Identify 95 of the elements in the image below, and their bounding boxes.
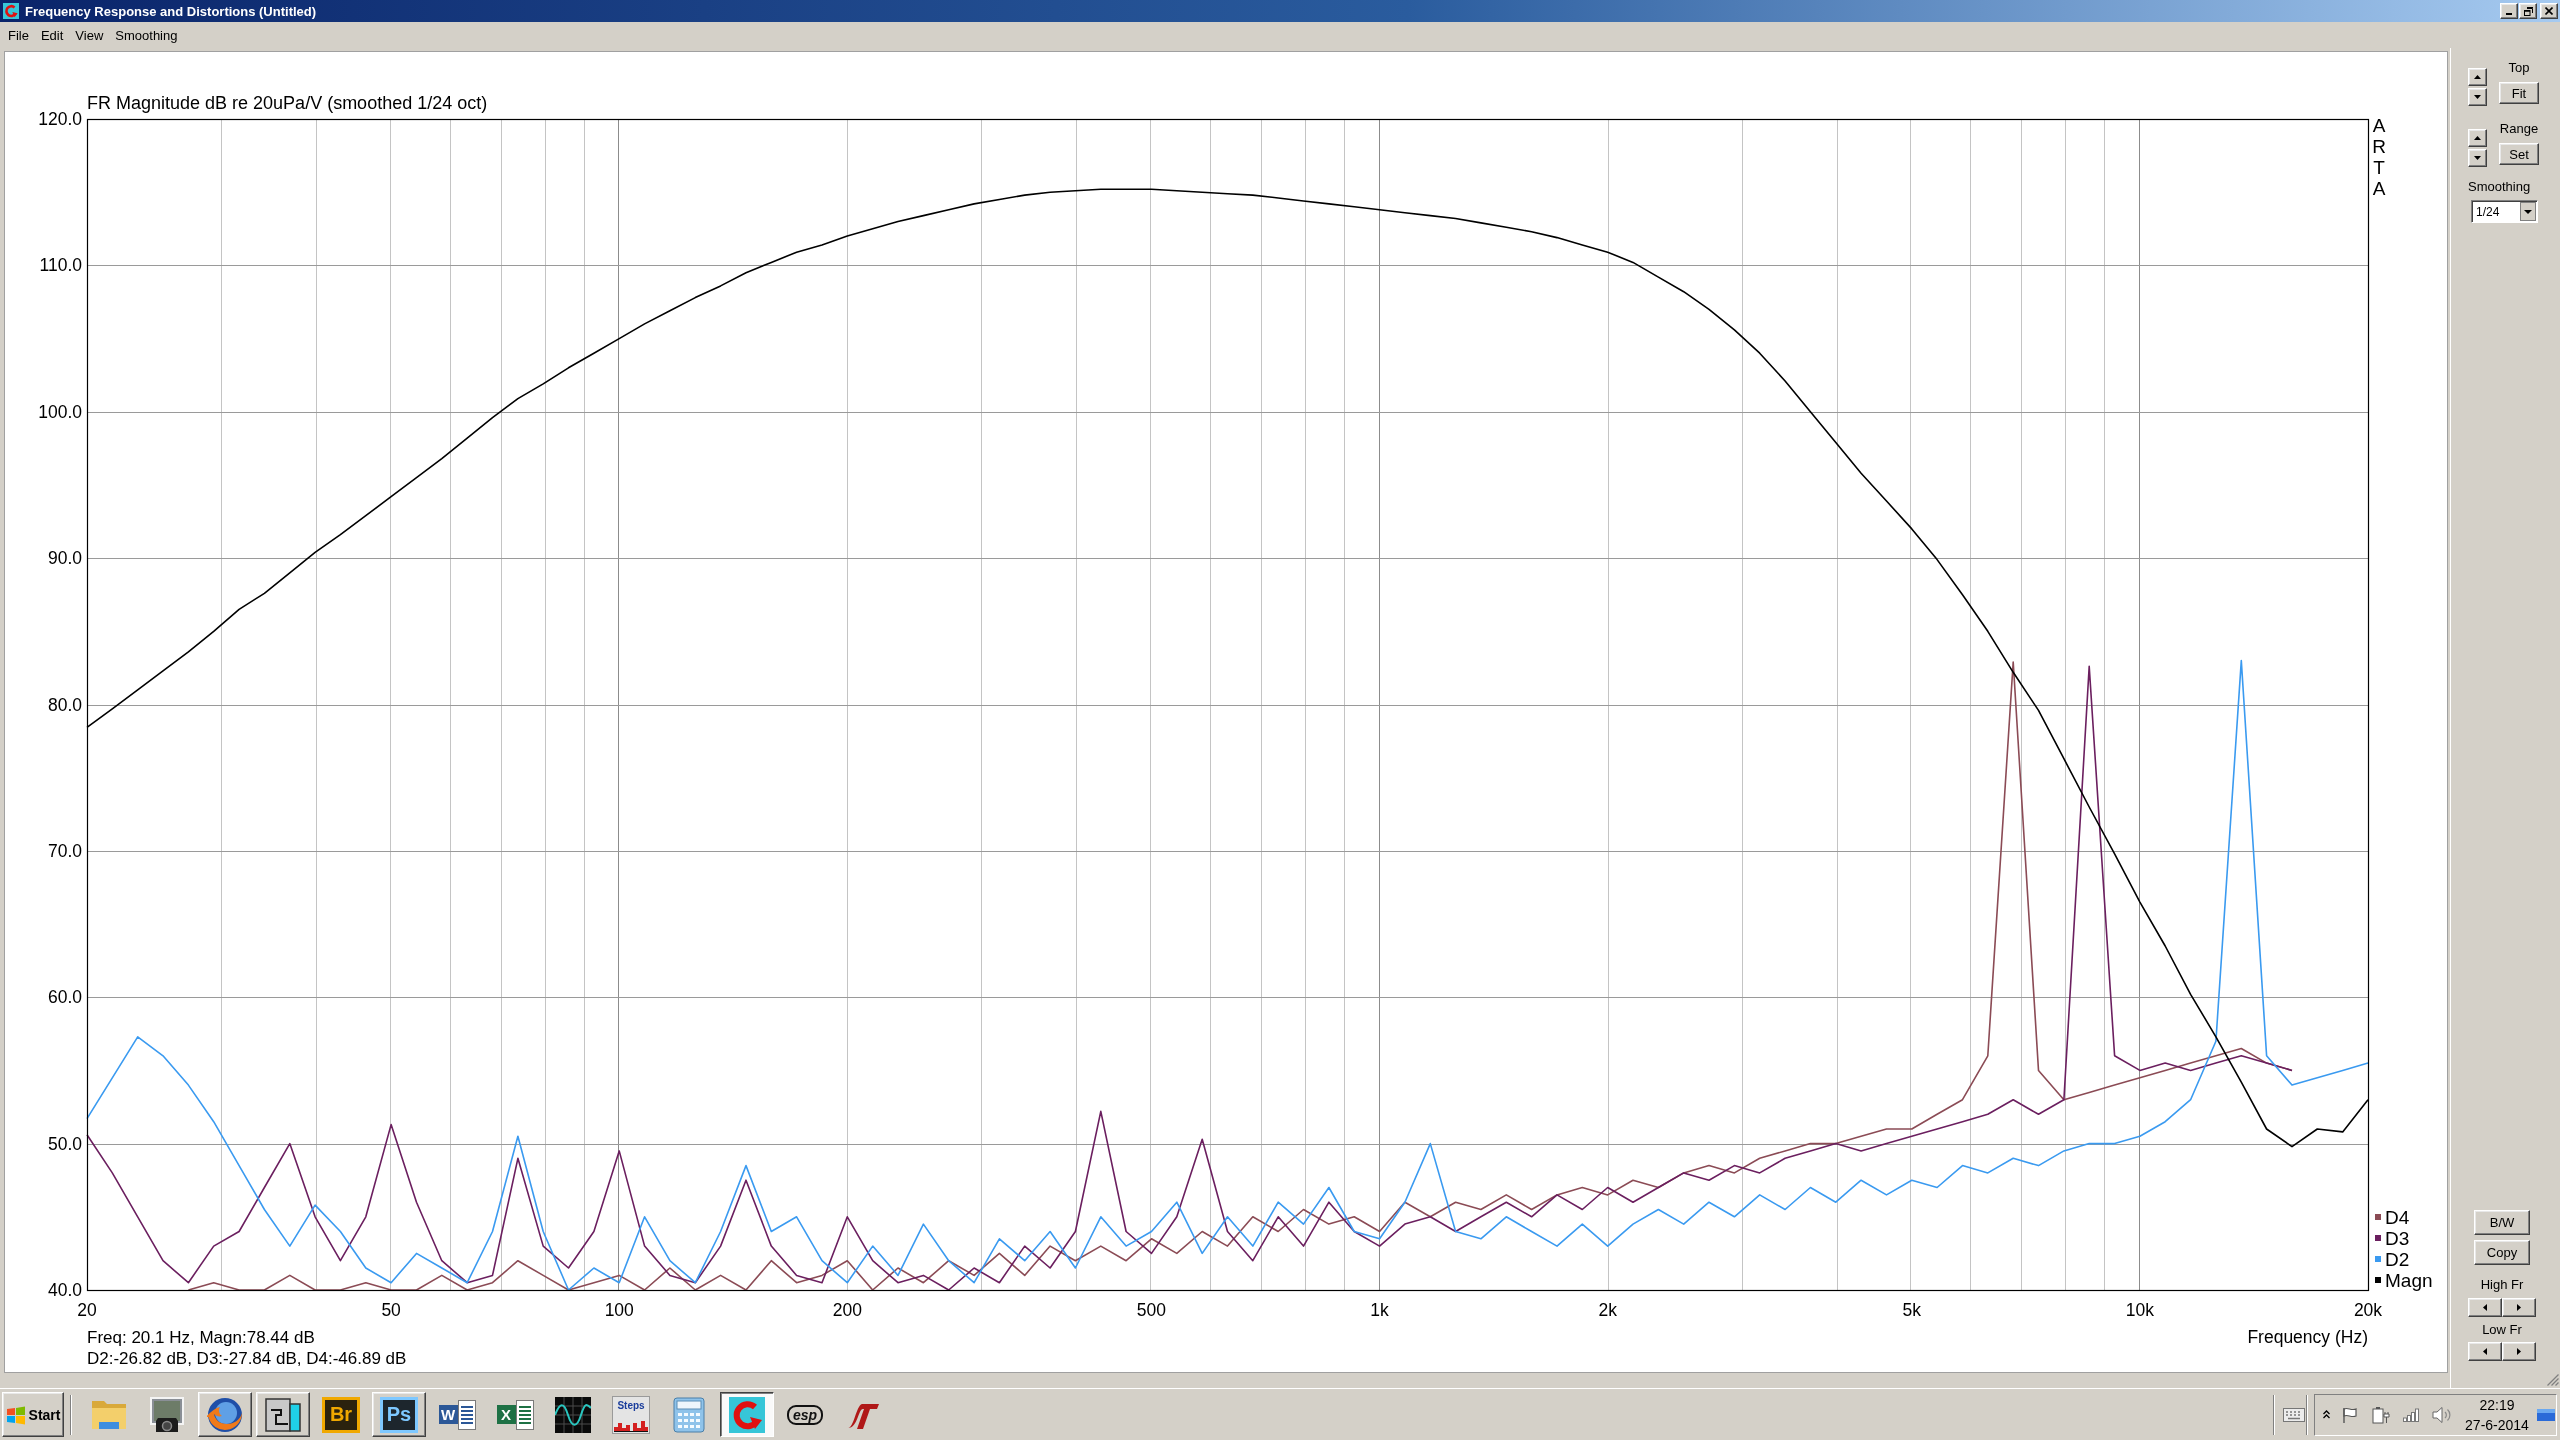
taskbar-button[interactable]: Br <box>322 1396 360 1433</box>
document-icon <box>457 1399 476 1430</box>
spin-up-button[interactable] <box>2468 68 2487 86</box>
resize-grip-icon <box>2547 1374 2559 1386</box>
close-icon <box>2545 7 2553 15</box>
taskbar-button[interactable]: esp <box>786 1404 824 1425</box>
taskbar-button[interactable] <box>148 1395 186 1434</box>
menu-item[interactable]: Smoothing <box>109 25 184 45</box>
globe-icon <box>207 1396 243 1433</box>
axis-tick-label: 500 <box>1136 1300 1167 1320</box>
control-label: Smoothing <box>2468 179 2531 195</box>
axis-tick-label: 70.0 <box>47 840 82 861</box>
clock-time: 22:19 <box>2479 1395 2515 1415</box>
spin-down-button[interactable] <box>2468 88 2487 106</box>
menu-item[interactable]: File <box>2 25 35 45</box>
axis-tick-label: 1k <box>1370 1300 1389 1320</box>
start-button[interactable]: Start <box>2 1392 64 1437</box>
left-arrow-icon <box>2483 1304 2487 1311</box>
flag-icon <box>2342 1406 2358 1423</box>
chart-title: FR Magnitude dB re 20uPa/V (smoothed 1/24 oct) <box>87 93 488 113</box>
left-button[interactable] <box>2468 1298 2502 1317</box>
bw-button[interactable]: B/W <box>2474 1210 2530 1235</box>
restore-icon <box>2523 6 2533 16</box>
axis-tick-label: 50 <box>381 1300 401 1320</box>
up-arrow-icon <box>2474 136 2481 140</box>
legend-label: D2 <box>2385 1249 2410 1270</box>
taskbar-button[interactable]: W <box>438 1399 476 1430</box>
legend-label: D3 <box>2385 1228 2410 1249</box>
set-button[interactable]: Set <box>2499 143 2539 165</box>
axis-tick-label: 80.0 <box>47 694 82 715</box>
smoothing-dropdown[interactable]: 1/24 <box>2471 200 2538 223</box>
axis-tick-label: 2k <box>1598 1300 1617 1320</box>
axis-tick-label: 100 <box>604 1300 634 1320</box>
show-desktop-icon[interactable] <box>2537 1408 2555 1421</box>
left-arrow-icon <box>2483 1348 2487 1355</box>
double-caret-icon <box>2323 1410 2330 1419</box>
clock-date: 27-6-2014 <box>2465 1415 2529 1435</box>
right-arrow-icon <box>2517 1304 2521 1311</box>
right-button[interactable] <box>2502 1298 2536 1317</box>
window-icon <box>265 1397 301 1432</box>
legend-label: D4 <box>2385 1207 2410 1228</box>
axis-tick-label: 60.0 <box>47 987 82 1008</box>
axis-tick-label: 110.0 <box>39 255 82 276</box>
taskbar-button[interactable]: Steps <box>612 1395 650 1434</box>
menu-item[interactable]: Edit <box>34 25 70 45</box>
fit-button[interactable]: Fit <box>2499 82 2539 104</box>
right-button[interactable] <box>2502 1342 2536 1361</box>
axis-tick-label: 5k <box>1902 1300 1922 1320</box>
caret-icon <box>2520 202 2536 221</box>
menu-item[interactable]: View <box>69 25 110 45</box>
vertical-label: ARTA <box>2372 115 2386 199</box>
up-arrow-icon <box>2474 75 2481 79</box>
spin-down-button[interactable] <box>2468 149 2487 167</box>
app-icon <box>3 3 19 19</box>
axis-tick-label: 10k <box>2125 1300 2154 1320</box>
axis-tick-label: 20k <box>2353 1300 2383 1320</box>
battery-plug-icon <box>2372 1405 2390 1424</box>
legend-label: Magn <box>2385 1270 2433 1291</box>
axis-title: Frequency (Hz) <box>2247 1327 2368 1347</box>
signal-icon <box>2403 1407 2420 1422</box>
oscilloscope-icon <box>555 1396 591 1433</box>
control-label: Range <box>2499 121 2539 137</box>
speaker-icon <box>2432 1405 2452 1424</box>
calculator-icon <box>673 1396 705 1433</box>
axis-tick-label: 20 <box>77 1300 97 1320</box>
axis-tick-label: 90.0 <box>47 548 82 569</box>
control-label: Top <box>2508 60 2530 76</box>
close-button[interactable] <box>2540 3 2558 19</box>
axis-tick-label: 120.0 <box>38 109 82 129</box>
axis-tick-label: 100.0 <box>38 401 82 422</box>
start-logo-icon <box>5 1404 26 1425</box>
camera-icon <box>148 1395 186 1434</box>
control-label: Low Fr <box>2482 1322 2522 1338</box>
taskbar-button[interactable]: Ps <box>372 1392 426 1437</box>
restore-button[interactable] <box>2519 3 2537 19</box>
minimize-button[interactable] <box>2500 3 2518 19</box>
down-arrow-icon <box>2474 95 2481 99</box>
left-button[interactable] <box>2468 1342 2502 1361</box>
readout-text: Freq: 20.1 Hz, Magn:78.44 dB <box>87 1328 315 1347</box>
window-title: Frequency Response and Distortions (Untitled) <box>25 3 318 19</box>
readout-text: D2:-26.82 dB, D3:-27.84 dB, D4:-46.89 dB <box>87 1349 407 1368</box>
down-arrow-icon <box>2474 156 2481 160</box>
axis-tick-label: 200 <box>832 1300 862 1320</box>
right-arrow-icon <box>2517 1348 2521 1355</box>
taskbar-button[interactable] <box>555 1396 591 1433</box>
taskbar-button[interactable]: X <box>496 1399 534 1430</box>
control-label: High Fr <box>2480 1277 2524 1293</box>
waveform-icon <box>614 1419 648 1432</box>
document-icon <box>515 1399 534 1430</box>
keyboard-icon <box>2283 1407 2305 1422</box>
axis-tick-label: 40.0 <box>47 1280 82 1300</box>
copy-button[interactable]: Copy <box>2474 1240 2530 1265</box>
axis-tick-label: 50.0 <box>47 1133 82 1154</box>
spin-up-button[interactable] <box>2468 129 2487 147</box>
taskbar-button[interactable] <box>720 1392 774 1437</box>
